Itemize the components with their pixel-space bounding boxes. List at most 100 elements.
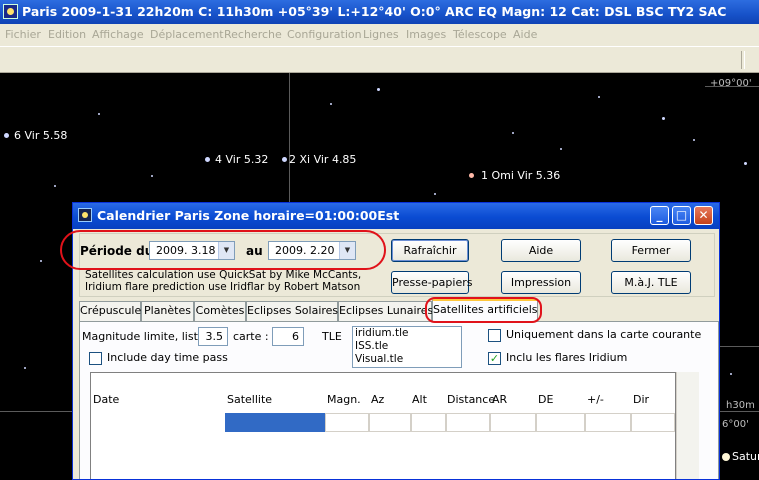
only-chart-label: Uniquement dans la carte courante xyxy=(506,328,702,341)
menu-deplacement[interactable]: Déplacement xyxy=(150,28,224,41)
app-title: Paris 2009-1-31 22h20m C: 11h30m +05°39'… xyxy=(22,4,727,19)
table-cell[interactable] xyxy=(325,413,369,432)
include-flares-label: Inclu les flares Iridium xyxy=(506,351,628,364)
highlight-tab-annotation xyxy=(425,297,542,323)
column-header[interactable]: +/- xyxy=(587,393,604,406)
dialog-title: Calendrier Paris Zone horaire=01:00:00Es… xyxy=(97,208,400,223)
tab-cometes[interactable]: Comètes xyxy=(194,301,246,321)
table-cell[interactable] xyxy=(490,413,536,432)
star xyxy=(151,175,153,177)
close-button[interactable]: Fermer xyxy=(611,239,691,262)
maximize-button[interactable]: □ xyxy=(672,206,691,225)
dialog-icon xyxy=(78,208,92,222)
planet-label: Satur xyxy=(732,450,759,463)
grid-label: h30m xyxy=(726,400,755,411)
table-cell[interactable] xyxy=(369,413,411,432)
only-chart-checkbox[interactable] xyxy=(488,329,501,342)
menu-recherche[interactable]: Recherche xyxy=(224,28,282,41)
credits-line: Iridium flare prediction use Iridflar by… xyxy=(85,281,361,293)
app-icon xyxy=(3,4,18,19)
star-6-vir[interactable] xyxy=(4,133,9,138)
grid-label: 6°00' xyxy=(722,419,749,430)
table-cell-selected[interactable] xyxy=(225,413,325,432)
column-header[interactable]: Satellite xyxy=(227,393,272,406)
star-label: 2 Xi Vir 4.85 xyxy=(289,153,357,166)
star xyxy=(377,88,380,91)
app-title-bar: Paris 2009-1-31 22h20m C: 11h30m +05°39'… xyxy=(0,0,759,24)
grid-line xyxy=(289,73,290,203)
star xyxy=(54,185,56,187)
menu-images[interactable]: Images xyxy=(406,28,446,41)
menu-telescope[interactable]: Télescope xyxy=(453,28,507,41)
results-table: Date Satellite Magn. Az Alt Distance AR … xyxy=(90,372,676,479)
menu-bar: Fichier Edition Affichage Déplacement Re… xyxy=(0,24,759,46)
vertical-scrollbar[interactable] xyxy=(676,372,699,479)
star-1-omi-vir[interactable] xyxy=(469,173,474,178)
carte-label: carte : xyxy=(233,330,269,343)
star-2-xi-vir[interactable] xyxy=(282,157,287,162)
table-cell[interactable] xyxy=(631,413,675,432)
star xyxy=(24,367,26,369)
tab-eclipses-solaires[interactable]: Eclipses Solaires xyxy=(246,301,338,321)
clipboard-button[interactable]: Presse-papiers xyxy=(391,271,472,294)
table-cell[interactable] xyxy=(411,413,446,432)
star xyxy=(40,260,42,262)
toolbar-separator xyxy=(741,51,745,69)
tle-label: TLE xyxy=(322,330,342,343)
column-header[interactable]: Az xyxy=(371,393,384,406)
menu-lignes[interactable]: Lignes xyxy=(363,28,399,41)
print-button[interactable]: Impression xyxy=(501,271,581,294)
column-header[interactable]: Dir xyxy=(633,393,649,406)
grid-line xyxy=(716,346,759,347)
column-header[interactable]: Date xyxy=(93,393,119,406)
help-button[interactable]: Aide xyxy=(501,239,581,262)
include-flares-checkbox[interactable]: ✓ xyxy=(488,352,501,365)
magnitude-chart-input[interactable]: 6 xyxy=(272,327,304,346)
tab-eclipses-lunaires[interactable]: Eclipses Lunaires xyxy=(338,301,433,321)
star xyxy=(730,373,732,375)
minimize-button[interactable]: _ xyxy=(650,206,669,225)
star xyxy=(693,139,695,141)
table-cell[interactable] xyxy=(91,413,225,432)
table-cell[interactable] xyxy=(446,413,490,432)
star xyxy=(330,103,332,105)
satellites-panel: Magnitude limite, liste : 3.5 carte : 6 … xyxy=(79,321,719,479)
star xyxy=(598,96,600,98)
dialog-title-bar[interactable]: Calendrier Paris Zone horaire=01:00:00Es… xyxy=(73,203,719,229)
column-header[interactable]: Distance xyxy=(447,393,495,406)
column-header[interactable]: Alt xyxy=(412,393,427,406)
star xyxy=(662,117,665,120)
menu-fichier[interactable]: Fichier xyxy=(5,28,41,41)
star-label: 4 Vir 5.32 xyxy=(215,153,269,166)
highlight-period-annotation xyxy=(60,230,386,270)
close-window-button[interactable]: ✕ xyxy=(694,206,713,225)
list-item[interactable]: Visual.tle xyxy=(355,353,461,366)
include-day-label: Include day time pass xyxy=(107,351,228,364)
star-4-vir[interactable] xyxy=(205,157,210,162)
toolbar xyxy=(0,46,759,73)
tab-crepuscule[interactable]: Crépuscule xyxy=(79,301,141,321)
magnitude-list-input[interactable]: 3.5 xyxy=(198,327,228,346)
list-item[interactable]: ISS.tle xyxy=(355,340,461,353)
star xyxy=(98,113,100,115)
tle-file-list[interactable]: iridium.tle ISS.tle Visual.tle xyxy=(352,326,462,368)
column-header[interactable]: DE xyxy=(538,393,553,406)
column-header[interactable]: AR xyxy=(492,393,507,406)
menu-configuration[interactable]: Configuration xyxy=(287,28,362,41)
menu-edition[interactable]: Edition xyxy=(48,28,86,41)
menu-aide[interactable]: Aide xyxy=(513,28,537,41)
update-tle-button[interactable]: M.à.J. TLE xyxy=(611,271,691,294)
star-label: 1 Omi Vir 5.36 xyxy=(481,169,561,182)
credits-text: Satellites calculation use QuickSat by M… xyxy=(85,269,361,293)
menu-affichage[interactable]: Affichage xyxy=(92,28,144,41)
list-item[interactable]: iridium.tle xyxy=(355,327,461,340)
table-cell[interactable] xyxy=(536,413,585,432)
table-cell[interactable] xyxy=(585,413,631,432)
star xyxy=(512,132,514,134)
planet-saturn[interactable] xyxy=(722,453,730,461)
column-header[interactable]: Magn. xyxy=(327,393,361,406)
tab-planetes[interactable]: Planètes xyxy=(141,301,194,321)
refresh-button[interactable]: Rafraîchir xyxy=(391,239,469,262)
include-day-checkbox[interactable] xyxy=(89,352,102,365)
credits-line: Satellites calculation use QuickSat by M… xyxy=(85,269,362,281)
